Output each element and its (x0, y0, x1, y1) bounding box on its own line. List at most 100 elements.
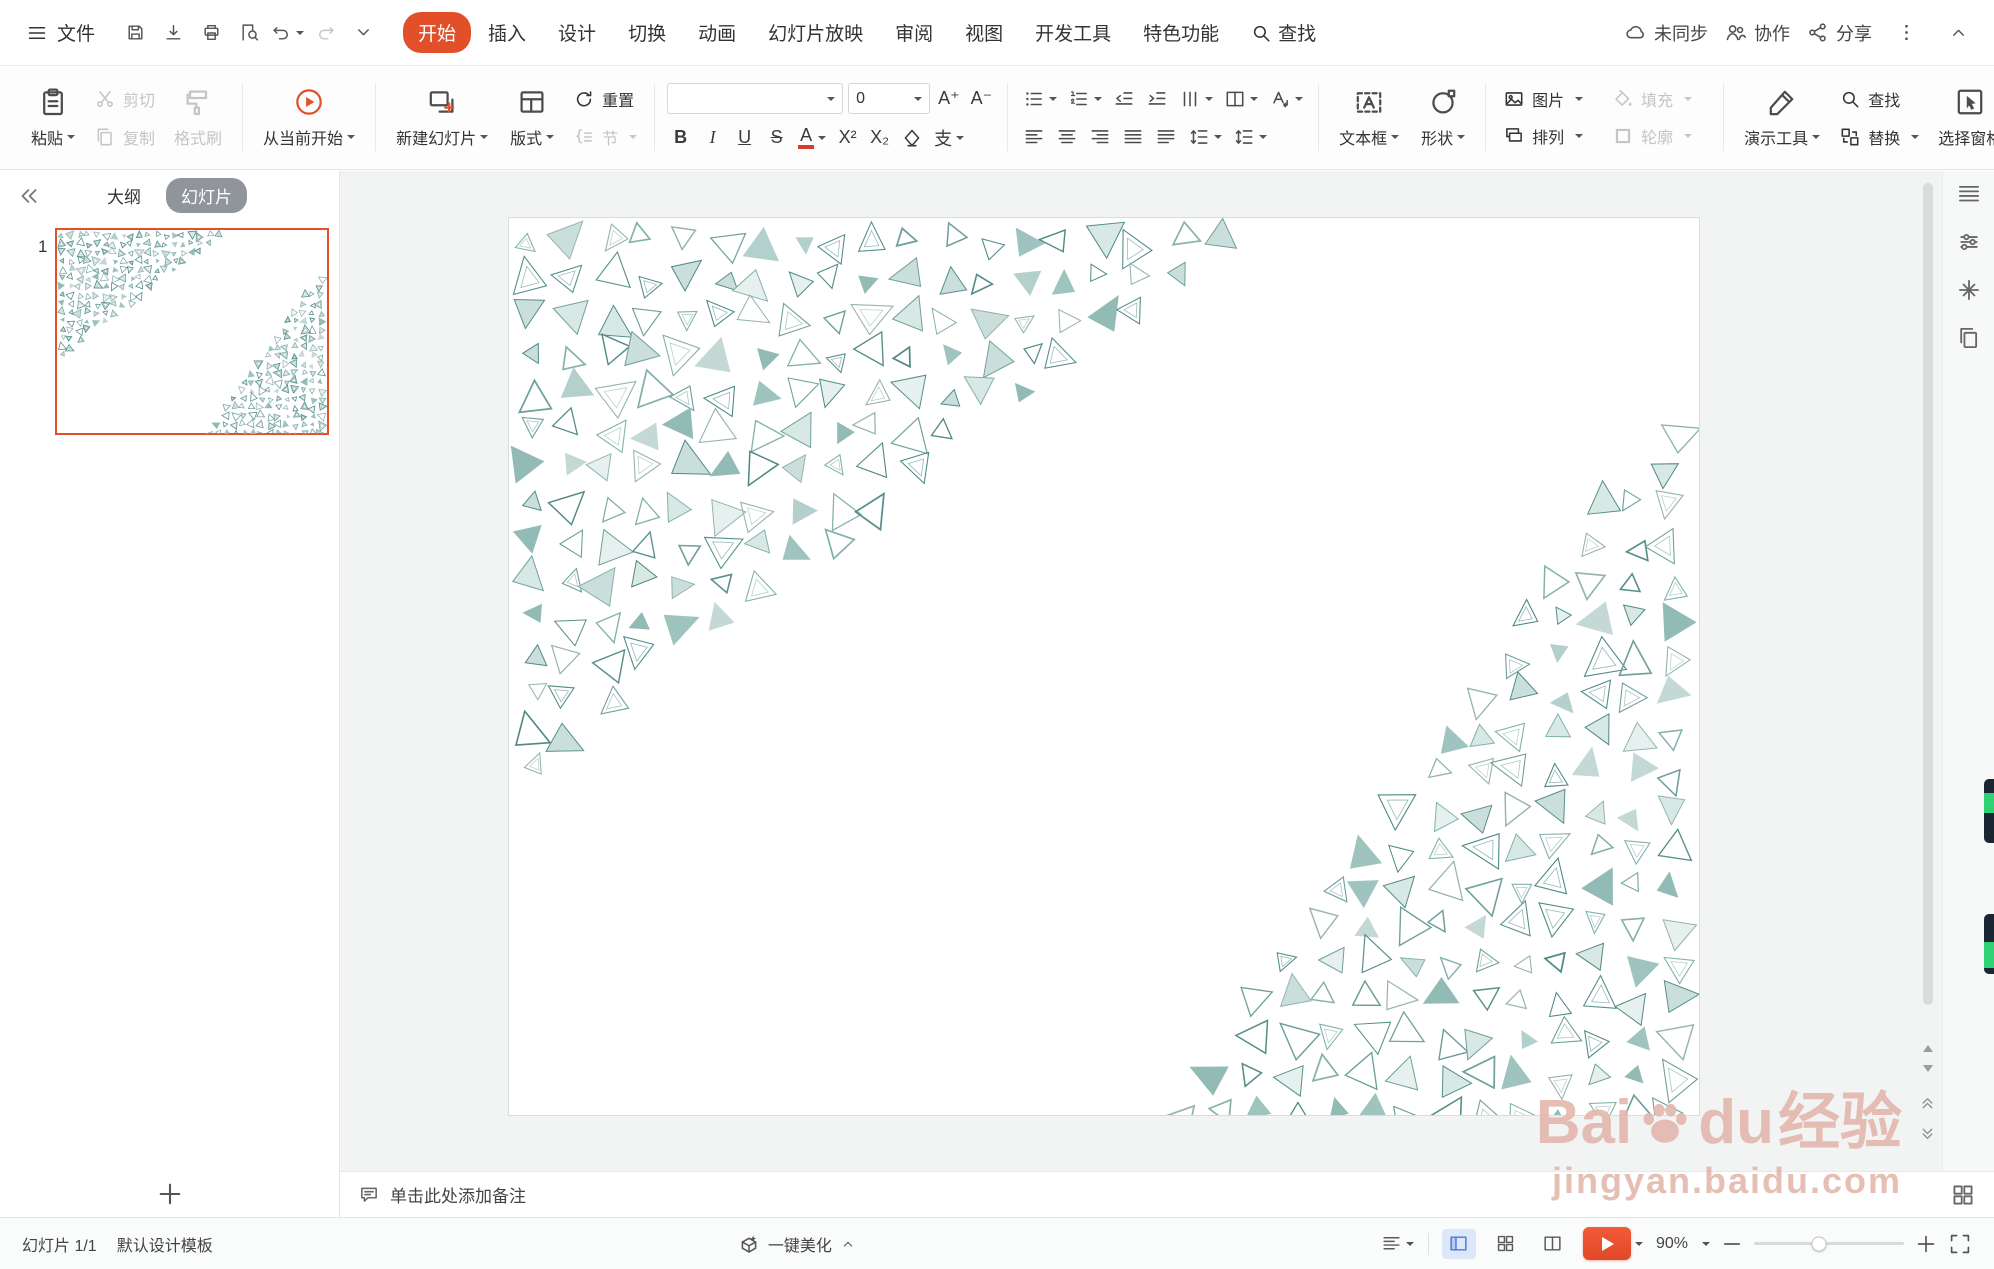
copy-button[interactable]: 复制 (89, 123, 160, 151)
bullet-list-button[interactable] (1020, 84, 1060, 113)
notes-bar[interactable]: 单击此处添加备注 (340, 1171, 1994, 1217)
object-properties-button[interactable] (1956, 181, 1982, 207)
print-preview-button[interactable] (231, 16, 267, 50)
align-left-button[interactable] (1020, 122, 1048, 151)
settings-panel-button[interactable] (1956, 229, 1982, 255)
sync-status-button[interactable]: 未同步 (1624, 20, 1708, 46)
align-right-button[interactable] (1086, 122, 1114, 151)
play-button[interactable] (1583, 1227, 1631, 1260)
tab-special-features[interactable]: 特色功能 (1128, 12, 1234, 53)
decrease-indent-button[interactable] (1110, 84, 1138, 113)
customize-toolbar-button[interactable] (345, 16, 381, 50)
print-button[interactable] (193, 16, 229, 50)
textbox-button[interactable]: 文本框 (1331, 72, 1407, 163)
fill-button[interactable]: 填充 (1607, 85, 1711, 113)
tab-view[interactable]: 视图 (950, 12, 1018, 53)
italic-button[interactable]: I (699, 123, 726, 152)
justify-button[interactable] (1119, 122, 1147, 151)
vertical-scrollbar[interactable] (1922, 183, 1934, 1033)
redo-button[interactable] (307, 16, 343, 50)
tab-insert[interactable]: 插入 (473, 12, 541, 53)
section-button[interactable]: 节 (568, 123, 642, 151)
increase-indent-button[interactable] (1143, 84, 1171, 113)
subscript-button[interactable]: X₂ (866, 123, 893, 152)
text-columns-button[interactable] (1176, 84, 1216, 113)
decrease-font-size-button[interactable]: A⁻ (968, 84, 996, 113)
more-options-button[interactable] (1888, 16, 1924, 50)
superscript-button[interactable]: X² (834, 123, 861, 152)
zoom-out-button[interactable] (1720, 1232, 1744, 1256)
line-spacing-button[interactable] (1185, 122, 1225, 151)
numbered-list-button[interactable] (1065, 84, 1105, 113)
tab-animation[interactable]: 动画 (683, 12, 751, 53)
presentation-tools-button[interactable]: 演示工具 (1736, 72, 1828, 163)
arrange-button[interactable]: 排列 (1498, 122, 1602, 150)
scroll-down-button[interactable] (1923, 1065, 1933, 1072)
font-color-button[interactable]: A (795, 123, 829, 152)
slide-thumbnail[interactable] (55, 228, 329, 435)
tab-home[interactable]: 开始 (403, 12, 471, 53)
tab-outline[interactable]: 大纲 (92, 178, 156, 213)
tab-design[interactable]: 设计 (543, 12, 611, 53)
cut-button[interactable]: 剪切 (89, 85, 160, 113)
play-from-current-button[interactable]: 从当前开始 (255, 72, 363, 163)
underline-button[interactable]: U (731, 123, 758, 152)
fit-to-window-button[interactable] (1948, 1232, 1972, 1256)
zoom-slider-handle[interactable] (1811, 1236, 1826, 1251)
collapse-panel-button[interactable] (16, 183, 42, 209)
save-button[interactable] (117, 16, 153, 50)
notes-toggle-button[interactable] (1381, 1229, 1415, 1259)
paragraph-layout-button[interactable] (1221, 84, 1261, 113)
selection-pane-button[interactable]: 选择窗格 (1930, 72, 1994, 163)
previous-slide-button[interactable] (1918, 1093, 1937, 1112)
zoom-level[interactable]: 90% (1656, 1235, 1688, 1253)
picture-button[interactable]: 图片 (1498, 85, 1602, 113)
paragraph-spacing-button[interactable] (1230, 122, 1270, 151)
paste-button[interactable]: 粘贴 (23, 72, 83, 163)
resource-panel-button[interactable] (1956, 325, 1982, 351)
collapse-ribbon-button[interactable] (1940, 16, 1976, 50)
file-menu-button[interactable]: 文件 (18, 13, 103, 52)
format-painter-button[interactable]: 格式刷 (166, 72, 230, 163)
clear-format-button[interactable] (898, 123, 926, 152)
find-ribbon-button[interactable]: 查找 (1834, 85, 1924, 113)
scroll-up-button[interactable] (1923, 1045, 1933, 1052)
scrollbar-thumb[interactable] (1923, 183, 1933, 1005)
bold-button[interactable]: B (667, 123, 694, 152)
align-center-button[interactable] (1053, 122, 1081, 151)
next-slide-button[interactable] (1918, 1125, 1937, 1144)
font-size-select[interactable]: 0 (848, 83, 930, 114)
find-button[interactable]: 查找 (1250, 19, 1316, 46)
outline-button[interactable]: 轮廓 (1607, 122, 1711, 150)
app-grid-button[interactable] (1950, 1182, 1976, 1208)
phonetic-guide-button[interactable]: 支 (931, 123, 967, 152)
zoom-slider[interactable] (1754, 1242, 1904, 1245)
reading-view-button[interactable] (1536, 1229, 1570, 1259)
tab-review[interactable]: 审阅 (880, 12, 948, 53)
normal-view-button[interactable] (1442, 1229, 1476, 1259)
shapes-button[interactable]: 形状 (1413, 72, 1473, 163)
slide-canvas[interactable] (509, 218, 1699, 1115)
undo-button[interactable] (269, 16, 305, 50)
design-template-label[interactable]: 默认设计模板 (117, 1232, 213, 1256)
animation-panel-button[interactable] (1956, 277, 1982, 303)
font-family-select[interactable] (667, 83, 843, 114)
tab-slideshow[interactable]: 幻灯片放映 (753, 12, 878, 53)
layout-button[interactable]: 版式 (502, 72, 562, 163)
increase-font-size-button[interactable]: A⁺ (935, 84, 963, 113)
collaborate-button[interactable]: 协作 (1724, 20, 1790, 46)
strikethrough-button[interactable]: S (763, 123, 790, 152)
export-button[interactable] (155, 16, 191, 50)
one-click-beautify-button[interactable]: 一键美化 (738, 1232, 856, 1256)
tab-transitions[interactable]: 切换 (613, 12, 681, 53)
new-slide-button[interactable]: 新建幻灯片 (388, 72, 496, 163)
share-button[interactable]: 分享 (1806, 20, 1872, 46)
reset-button[interactable]: 重置 (568, 85, 642, 113)
replace-button[interactable]: 替换 (1834, 123, 1924, 151)
text-direction-button[interactable] (1266, 84, 1306, 113)
start-slideshow-button[interactable] (1583, 1227, 1643, 1260)
zoom-in-button[interactable] (1914, 1232, 1938, 1256)
tab-developer[interactable]: 开发工具 (1020, 12, 1126, 53)
add-slide-button[interactable] (155, 1179, 185, 1209)
notes-placeholder[interactable]: 单击此处添加备注 (390, 1182, 526, 1207)
